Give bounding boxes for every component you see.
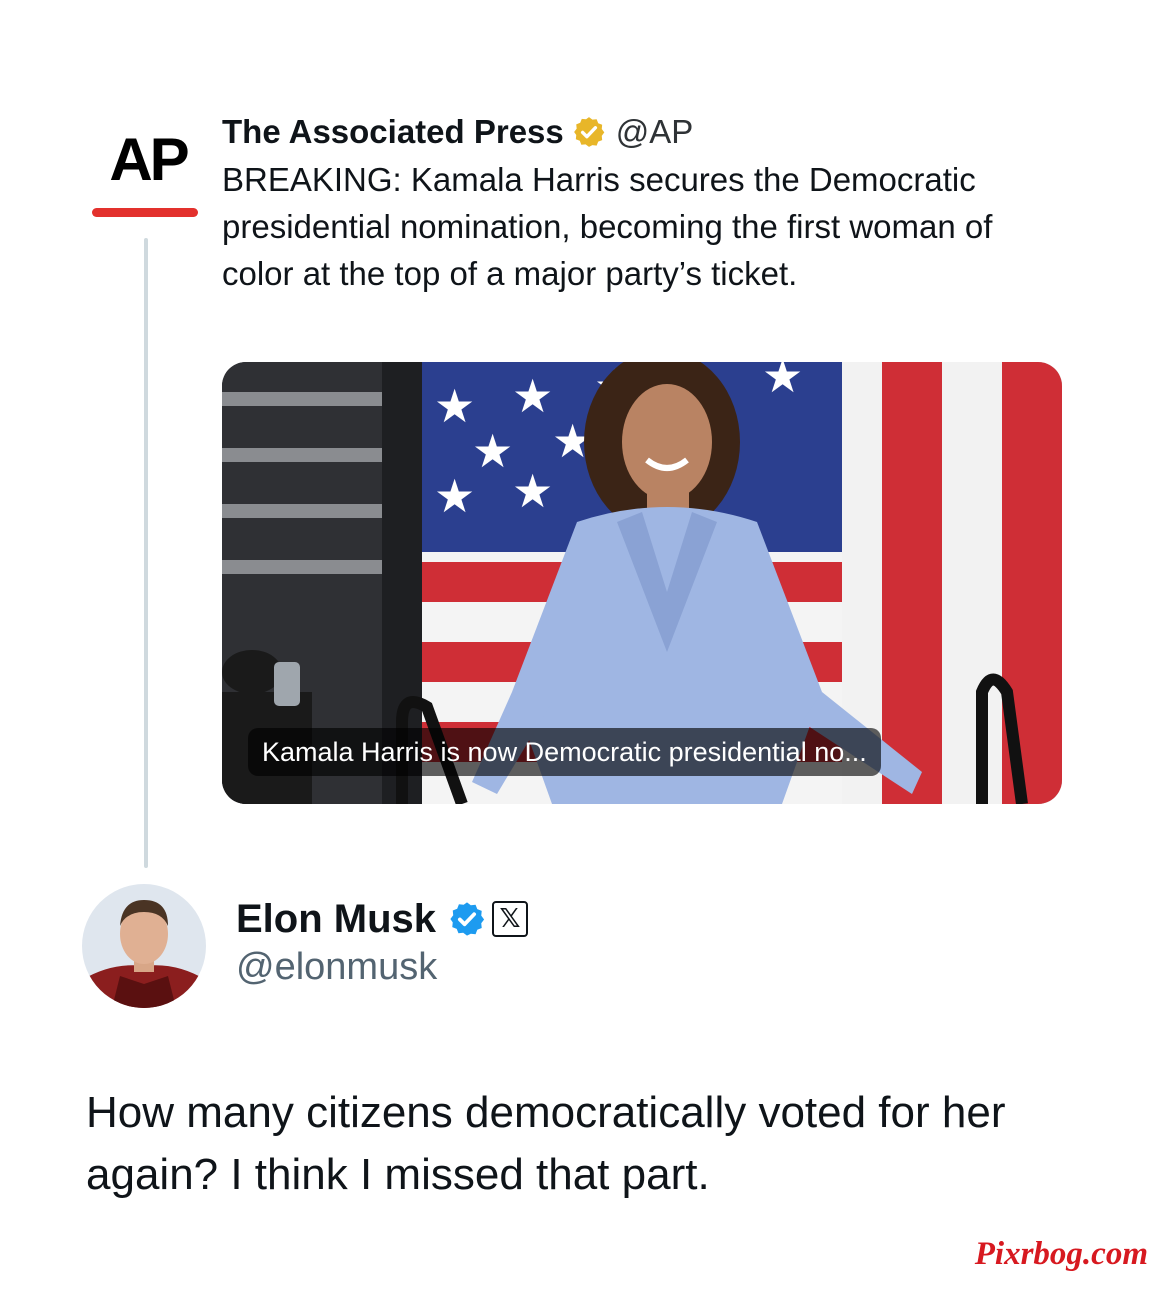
ap-logo-red-bar xyxy=(92,208,198,217)
svg-text:★: ★ xyxy=(512,369,553,423)
screenshot-page: AP The Associated Press @AP BREAKING: Ka… xyxy=(0,0,1170,1291)
ap-avatar-logo[interactable]: AP xyxy=(92,128,204,228)
ap-logo-text: AP xyxy=(109,126,189,193)
ap-tweet-header: The Associated Press @AP xyxy=(222,110,693,154)
svg-text:★: ★ xyxy=(434,379,475,433)
gold-verified-badge-icon xyxy=(572,115,606,149)
thread-connector-line xyxy=(144,238,148,868)
svg-text:★: ★ xyxy=(472,424,513,478)
svg-text:★: ★ xyxy=(762,362,803,403)
ap-handle[interactable]: @AP xyxy=(616,113,694,151)
svg-text:★: ★ xyxy=(512,464,553,518)
x-affiliate-badge-icon[interactable]: 𝕏 xyxy=(492,901,529,937)
reply-tweet-text: How many citizens democratically voted f… xyxy=(86,1088,1006,1199)
elon-author-name[interactable]: Elon Musk xyxy=(236,897,436,942)
elon-avatar[interactable] xyxy=(82,884,206,1008)
media-caption: Kamala Harris is now Democratic presiden… xyxy=(248,728,881,776)
blue-verified-badge-icon xyxy=(448,900,486,938)
elon-handle[interactable]: @elonmusk xyxy=(236,946,437,989)
tweet-media-card[interactable]: ★★★ ★★ ★★ ★ Kamala H xyxy=(222,362,1062,804)
ap-tweet-text: BREAKING: Kamala Harris secures the Demo… xyxy=(222,161,993,292)
avatar-image xyxy=(82,884,206,1008)
ap-author-name[interactable]: The Associated Press xyxy=(222,113,564,151)
svg-text:★: ★ xyxy=(434,469,475,523)
site-watermark: Pixrbog.com xyxy=(974,1236,1148,1272)
elon-tweet-header: Elon Musk 𝕏 xyxy=(236,894,529,944)
